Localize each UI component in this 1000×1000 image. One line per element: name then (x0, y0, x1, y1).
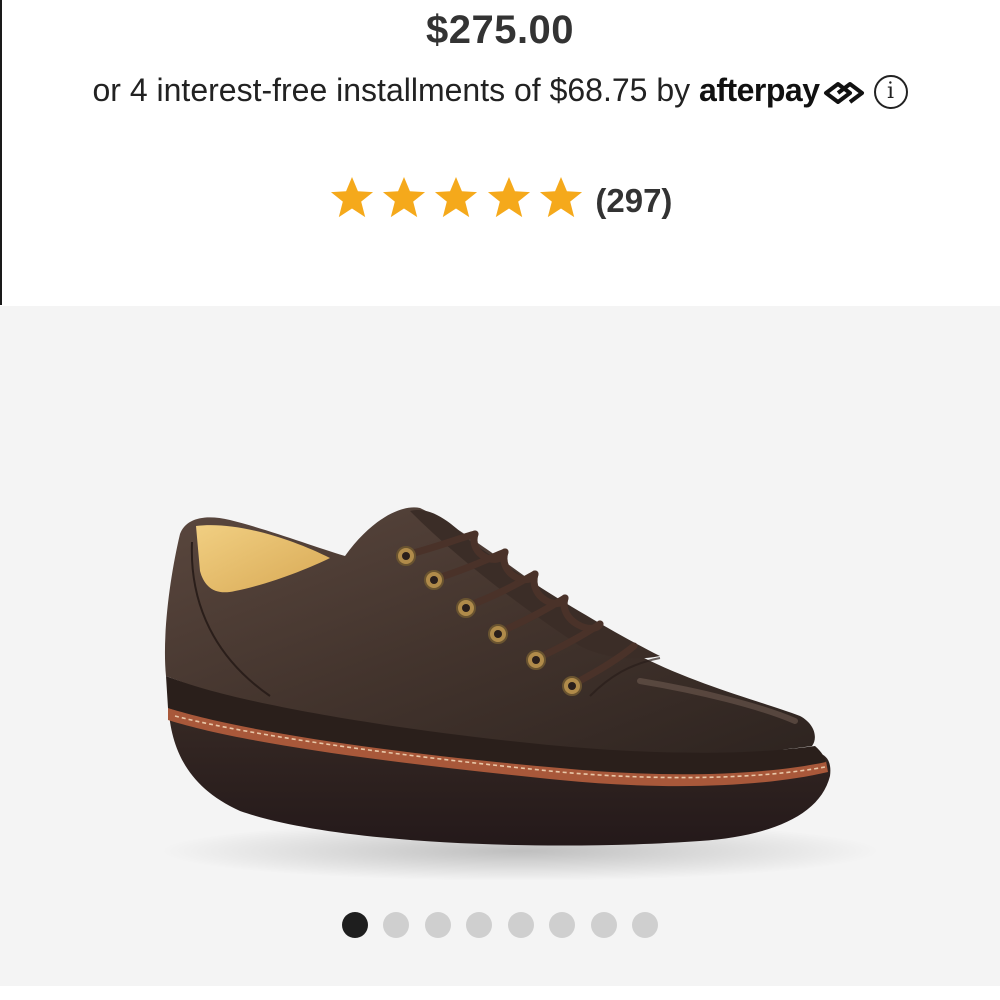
product-image-shoe[interactable] (0, 306, 1000, 986)
carousel-dot[interactable] (507, 912, 534, 938)
carousel-dot[interactable] (383, 912, 410, 938)
carousel-pagination (0, 912, 1000, 943)
product-price: $275.00 (425, 8, 575, 52)
info-icon[interactable]: i (873, 75, 908, 109)
installment-text: or 4 interest-free installments of $68.7… (92, 72, 700, 108)
star-icon (487, 176, 530, 218)
product-image-gallery[interactable] (0, 306, 1000, 986)
star-icon (435, 176, 478, 218)
star-rating (328, 176, 586, 225)
product-rating[interactable]: (297) (0, 176, 1000, 225)
carousel-dot[interactable] (341, 912, 368, 938)
afterpay-logo-text[interactable]: afterpay (699, 72, 820, 108)
carousel-dot[interactable] (590, 912, 617, 938)
afterpay-link-icon (823, 82, 864, 104)
carousel-dot[interactable] (549, 912, 576, 938)
star-icon (330, 176, 373, 218)
star-icon (540, 176, 583, 218)
carousel-dot[interactable] (424, 912, 451, 938)
afterpay-installments: or 4 interest-free installments of $68.7… (0, 72, 1000, 109)
carousel-dot[interactable] (632, 912, 659, 938)
carousel-dot[interactable] (466, 912, 493, 938)
star-icon (382, 176, 426, 218)
review-count[interactable]: (297) (595, 182, 672, 219)
